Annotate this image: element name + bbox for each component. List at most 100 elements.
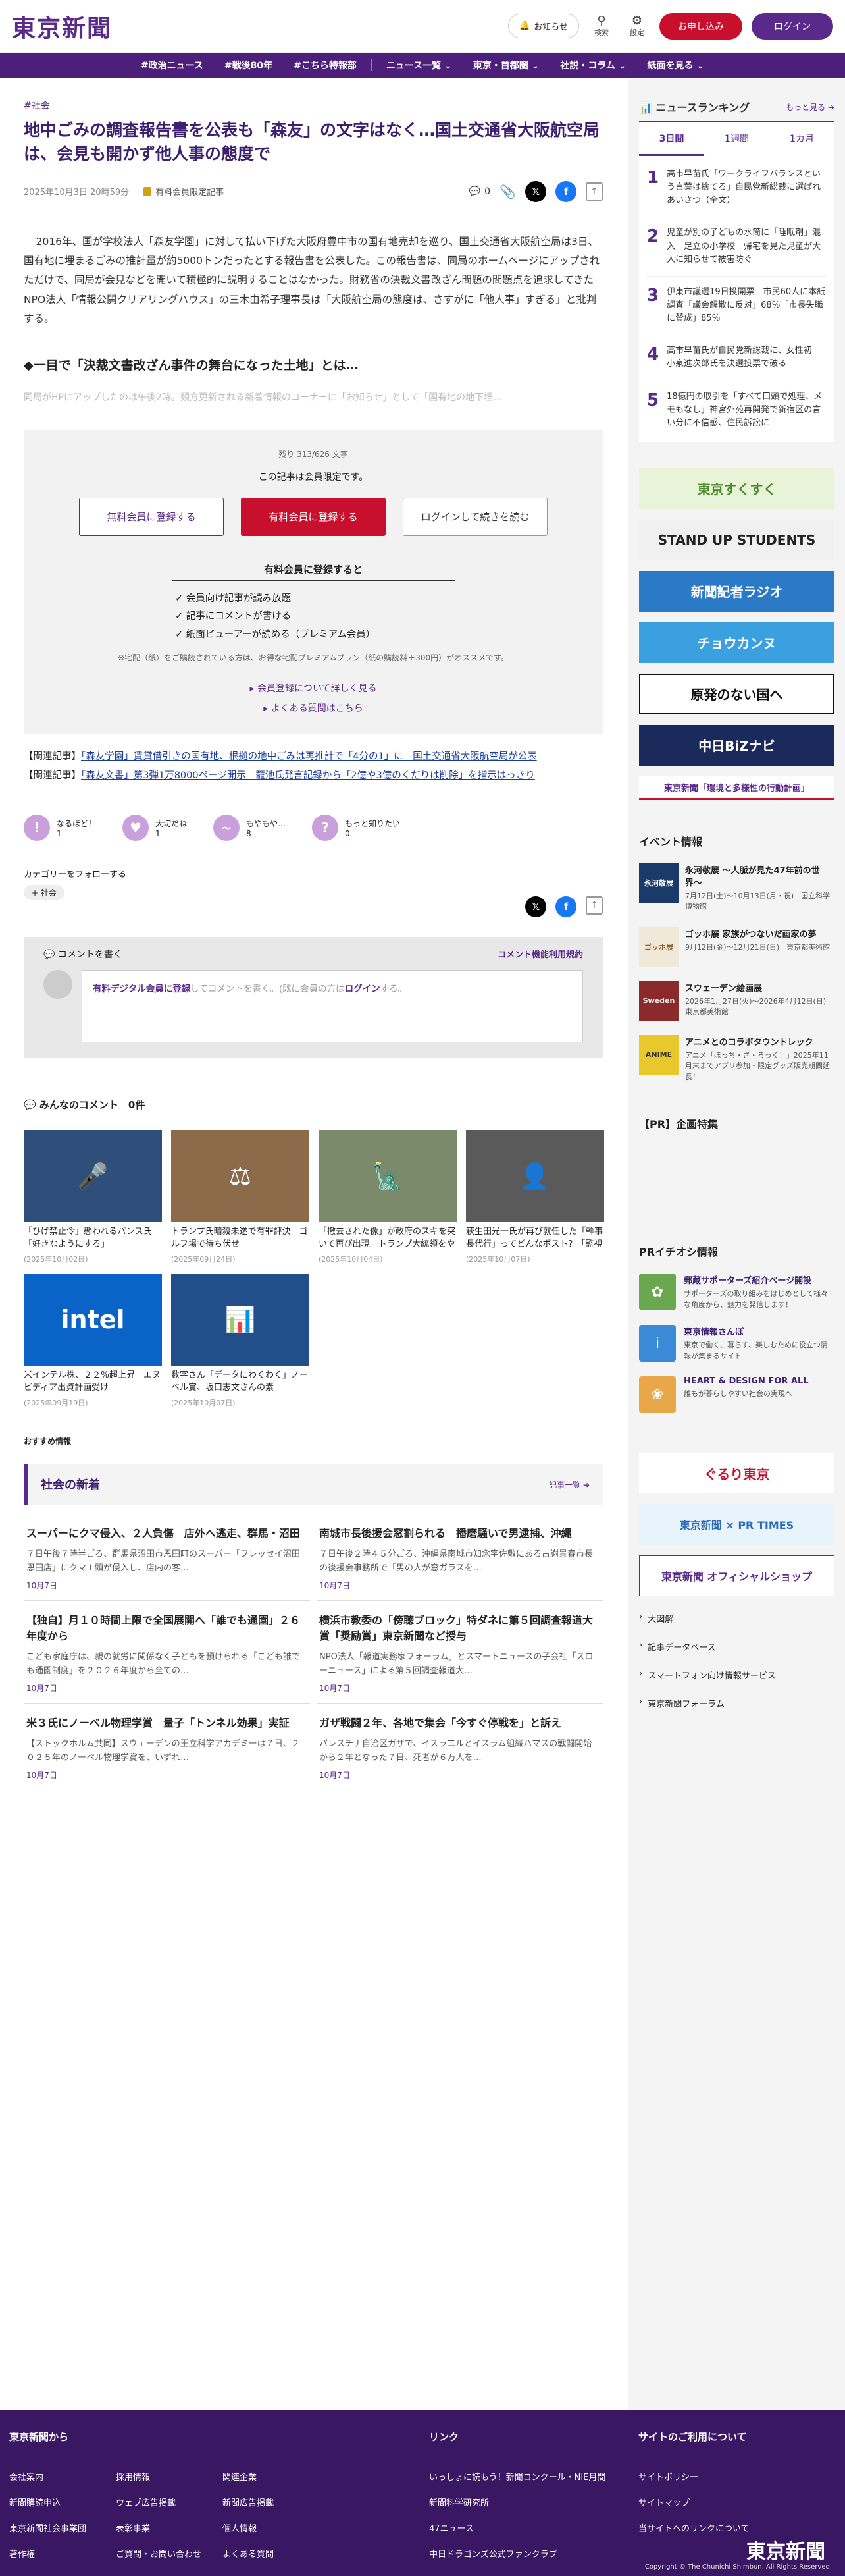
footer-link[interactable]: 表彰事業 xyxy=(116,2521,222,2534)
ranking-item[interactable]: 3 伊東市議選19日投開票 市民60人に本紙調査「議会解散に反対」68％「市長失職… xyxy=(647,277,827,336)
latest-item[interactable]: スーパーにクマ侵入、２人負傷 店外へ逃走、群馬・沼田 ７日午後７時半ごろ、群馬県沼… xyxy=(24,1514,310,1601)
nav-postwar80[interactable]: #戦後80年 xyxy=(214,59,283,72)
latest-item[interactable]: 【独自】月１０時間上限で全国展開へ「誰でも通園」２６年度から こども家庭庁は、親の… xyxy=(24,1601,310,1704)
article-card[interactable]: 👤 萩生田光一氏が再び就任した「幹事長代行」ってどんなポスト？「監視役」の一面も…… xyxy=(466,1130,604,1264)
tab-1week[interactable]: 1週間 xyxy=(704,122,769,156)
banner-radio[interactable]: 新聞記者ラジオ xyxy=(639,570,834,612)
nav-paper[interactable]: 紙面を見る ⌄ xyxy=(637,59,715,72)
footer-link[interactable]: 中日ドラゴンズ公式ファンクラブ xyxy=(429,2547,605,2560)
side-link[interactable]: › スマートフォン向け情報サービス xyxy=(639,1669,834,1681)
event-item[interactable]: 永河敬展 永河敬展 〜人脈が見た47年前の世界〜 7月12日(土)〜10月13日(月… xyxy=(639,863,834,913)
comment-login-link[interactable]: ログイン xyxy=(345,984,380,994)
latest-item[interactable]: 横浜市教委の「傍聴ブロック」特ダネに第５回調査報道大賞「奨励賞」東京新聞など授与… xyxy=(317,1601,603,1704)
nav-tokyo[interactable]: 東京・首都圏 ⌄ xyxy=(463,59,550,72)
article-card[interactable]: 📊 数字さん「データにわくわく」ノーベル賞、坂口志文さんの素 (2025年10月07… xyxy=(171,1274,309,1408)
latest-more-link[interactable]: 記事一覧 ➔ xyxy=(549,1479,590,1490)
footer-link[interactable]: 会社案内 xyxy=(9,2470,116,2482)
footer-link[interactable]: ご質問・お問い合わせ xyxy=(116,2547,222,2560)
reaction-taisetsu[interactable]: ♥ 大切だね 1 xyxy=(122,815,187,842)
side-link[interactable]: › 大図解 xyxy=(639,1612,834,1624)
facebook-share-icon[interactable]: f xyxy=(555,180,576,202)
footer-link[interactable]: 著作権 xyxy=(9,2547,116,2560)
share-icon[interactable]: ↑ xyxy=(586,896,603,915)
related-link[interactable]: 「森友文書」第3弾1万8000ページ開示 籠池氏発言記録から「2億や3億のくだり… xyxy=(81,770,535,781)
reaction-motto[interactable]: ? もっと知りたい 0 xyxy=(312,815,400,842)
ranking-item[interactable]: 1 高市早苗氏「ワークライフバランスという言葉は捨てる」自民党新総裁に選ばれあいさ… xyxy=(647,159,827,218)
latest-item[interactable]: 南城市長後援会窓割られる 播磨騒いで男逮捕、沖縄 ７日午後２時４５分ごろ、沖縄県南… xyxy=(317,1514,603,1601)
footer-link[interactable]: いっしょに読もう！新聞コンクール・NIE月間 xyxy=(429,2470,605,2482)
footer-link[interactable]: 関連企業 xyxy=(222,2470,329,2482)
latest-item[interactable]: ガザ戦闘２年、各地で集会「今すぐ停戦を」と訴え パレスチナ自治区ガザで、イスラエル… xyxy=(317,1704,603,1791)
comment-rules-link[interactable]: コメント機能利用規約 xyxy=(498,948,583,961)
ranking-item[interactable]: 2 児童が別の子どもの水筒に「睡眠剤」混入 足立の小学校 帰宅を見た児童が大人に知… xyxy=(647,217,827,277)
event-item[interactable]: ANIME アニメとのコラボタウントレック アニメ「ぼっち・ざ・ろっく！」2025年… xyxy=(639,1034,834,1083)
banner-action-plan[interactable]: 東京新聞「環境と多様性の行動計画」 xyxy=(639,776,834,800)
footer-link[interactable]: 当サイトへのリンクについて xyxy=(638,2521,750,2534)
membership-details-link[interactable]: ▸ 会員登録について詳しく見る xyxy=(43,682,583,695)
banner-sukusuku[interactable]: 東京すくすく xyxy=(639,468,834,509)
footer-link[interactable]: 東京新聞社会事業団 xyxy=(9,2521,116,2534)
footer-link[interactable]: サイトポリシー xyxy=(638,2470,750,2482)
register-digital-link[interactable]: 有料デジタル会員に登録 xyxy=(93,984,190,994)
share-icon[interactable]: ↑ xyxy=(586,182,603,201)
search-button[interactable]: ⚲ 検索 xyxy=(588,14,615,38)
banner-stand-up-students[interactable]: STAND UP STUDENTS xyxy=(639,519,834,560)
nav-news-list[interactable]: ニュース一覧 ⌄ xyxy=(376,59,463,72)
site-logo[interactable]: 東京新聞 xyxy=(12,9,112,43)
faq-link[interactable]: ▸ よくある質問はこちら xyxy=(43,701,583,714)
pr-item[interactable]: ❀ HEART & DESIGN FOR ALL 誰もが暮らしやすい社会の実現へ xyxy=(639,1376,834,1414)
nav-editorial[interactable]: 社説・コラム ⌄ xyxy=(550,59,636,72)
tab-3days[interactable]: 3日間 xyxy=(639,122,704,156)
ranking-more-link[interactable]: もっと見る ➔ xyxy=(786,101,834,113)
banner-shop[interactable]: 東京新聞 オフィシャルショップ xyxy=(639,1555,834,1597)
footer-link[interactable]: 個人情報 xyxy=(222,2521,329,2534)
login-continue-button[interactable]: ログインして続きを読む xyxy=(403,497,548,536)
latest-item[interactable]: 米３氏にノーベル物理学賞 量子「トンネル効果」実証 【ストックホルム共同】スウェー… xyxy=(24,1704,310,1791)
apply-button[interactable]: お申し込み xyxy=(659,13,742,40)
footer-link[interactable]: 47ニュース xyxy=(429,2521,605,2534)
article-card[interactable]: ⚖ トランプ氏暗殺未遂で有罪評決 ゴルフ場で待ち伏せ (2025年09月24日) xyxy=(171,1130,309,1264)
free-register-button[interactable]: 無料会員に登録する xyxy=(79,497,224,536)
tab-1month[interactable]: 1カ月 xyxy=(769,122,834,156)
comment-count-button[interactable]: 💬 0 xyxy=(469,186,490,197)
reaction-naruhodo[interactable]: ! なるほど！ 1 xyxy=(24,815,96,842)
x-share-icon[interactable]: 𝕏 xyxy=(525,896,546,918)
event-item[interactable]: ゴッホ展 ゴッホ展 家族がつないだ画家の夢 9月12日(金)〜12月21日(日) 東… xyxy=(639,926,834,967)
footer-logo[interactable]: 東京新聞 xyxy=(746,2535,825,2564)
ranking-item[interactable]: 4 高市早苗氏が自民党新総裁に、女性初 小泉進次郎氏を決選投票で破る xyxy=(647,335,827,381)
footer-link[interactable]: よくある質問 xyxy=(222,2547,329,2560)
article-card[interactable]: 🎤 「ひげ禁止令」懸われるバンス氏「好きなようにする」 (2025年10月02日) xyxy=(24,1130,162,1264)
article-card[interactable]: 🗽 「撤去された像」が政府のスキを突いて再び出現 トランプ大統領をやゆする内容 ア… xyxy=(319,1130,457,1264)
footer-link[interactable]: 新聞広告掲載 xyxy=(222,2496,329,2508)
side-link[interactable]: › 記事データベース xyxy=(639,1640,834,1653)
pr-item[interactable]: ✿ 郵蔵サポーターズ紹介ページ開設 サポーターズの取り組みをはじめとして様々な角度か… xyxy=(639,1274,834,1311)
settings-button[interactable]: ⚙ 設定 xyxy=(624,14,650,38)
side-link[interactable]: › 東京新聞フォーラム xyxy=(639,1697,834,1709)
footer-link[interactable]: サイトマップ xyxy=(638,2496,750,2508)
footer-link[interactable]: 採用情報 xyxy=(116,2470,222,2482)
notice-button[interactable]: 🔔 お知らせ xyxy=(508,14,579,38)
article-tag[interactable]: #社会 xyxy=(24,99,603,112)
article-card[interactable]: intel 米インテル株、２２％超上昇 エヌビディア出資計画受け (2025年09月… xyxy=(24,1274,162,1408)
pr-item[interactable]: i 東京情報さんぽ 東京で働く、暮らす、楽しむために役立つ情報が集まるサイト xyxy=(639,1325,834,1362)
banner-bizchunichi[interactable]: 中日BiZナビ xyxy=(639,724,834,766)
footer-link[interactable]: 新聞科学研究所 xyxy=(429,2496,605,2508)
banner-gururi[interactable]: ぐるり東京 xyxy=(639,1453,834,1494)
banner-chokanu[interactable]: チョウカンヌ xyxy=(639,622,834,663)
follow-tag-button[interactable]: + 社会 xyxy=(24,885,64,901)
banner-prtimes[interactable]: 東京新聞 × PR TIMES xyxy=(639,1504,834,1545)
event-item[interactable]: Sweden スウェーデン絵画展 2026年1月27日(火)〜2026年4月12日(… xyxy=(639,980,834,1021)
nav-tokuhobu[interactable]: #こちら特報部 xyxy=(283,59,367,72)
clip-icon[interactable]: 📎 xyxy=(499,184,516,200)
footer-link[interactable]: 新聞購読申込 xyxy=(9,2496,116,2508)
x-share-icon[interactable]: 𝕏 xyxy=(525,180,546,202)
related-link[interactable]: 「森友学園」賃貸借引きの国有地、根拠の地中ごみは再推計で「4分の1」に 国土交通… xyxy=(81,751,537,762)
footer-link[interactable]: ウェブ広告掲載 xyxy=(116,2496,222,2508)
paid-register-button[interactable]: 有料会員に登録する xyxy=(241,497,386,536)
nav-politics[interactable]: #政治ニュース xyxy=(130,59,214,72)
ranking-item[interactable]: 5 18億円の取引を「すべて口頭で処理、メモもなし」神宮外苑再開発で新宿区の言い分… xyxy=(647,381,827,439)
reaction-moyamoya[interactable]: ~ もやもや… 8 xyxy=(213,815,286,842)
login-button[interactable]: ログイン xyxy=(752,13,833,40)
banner-no-nuclear[interactable]: 原発のない国へ xyxy=(639,673,834,714)
comment-field[interactable]: 有料デジタル会員に登録してコメントを書く。(既に会員の方はログインする。 xyxy=(82,970,583,1043)
